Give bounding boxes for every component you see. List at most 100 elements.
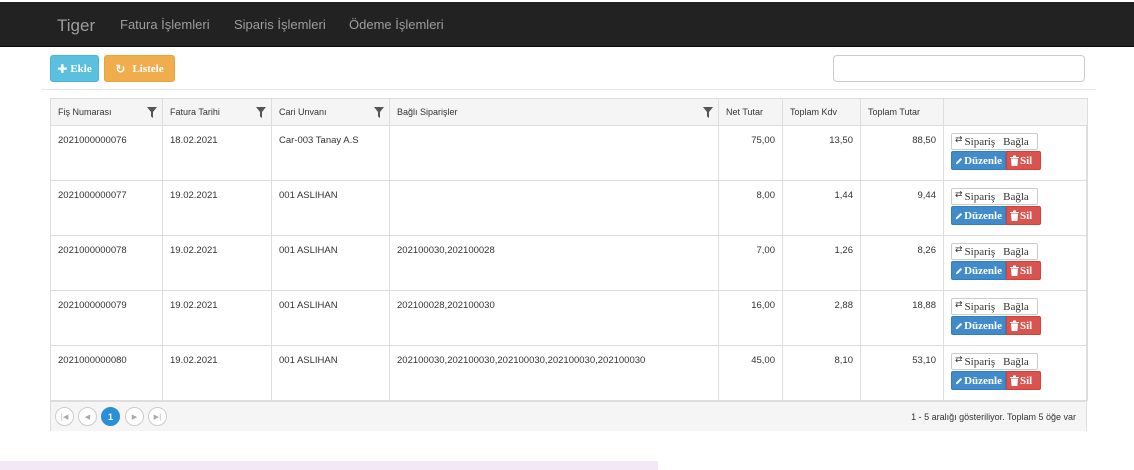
prev-page-icon: ◀ (84, 412, 91, 421)
pager-info: 1 - 5 aralığı gösteriliyor. Toplam 5 öğe… (911, 412, 1076, 422)
last-page-icon: ▶| (153, 412, 162, 421)
filter-icon[interactable] (147, 107, 157, 118)
cell-toplam-tutar: 88,50 (860, 125, 944, 181)
column-header-net-tutar[interactable]: Net Tutar (718, 98, 783, 126)
delete-button-label: Sil (1020, 264, 1033, 277)
first-page-button[interactable]: |◀ (55, 407, 74, 426)
brand-logo[interactable]: Tiger (57, 16, 95, 36)
pager: |◀ ◀ 1 ▶ ▶| 1 - 5 aralığı gösteriliyor. … (51, 401, 1086, 431)
search-input[interactable] (833, 55, 1085, 82)
cell-toplam-kdv: 13,50 (782, 125, 861, 181)
trash-icon (1010, 210, 1019, 221)
siparis-bagla-button[interactable]: ⇄ Sipariş Bağla (951, 353, 1038, 370)
edit-button-label: Düzenle (964, 154, 1002, 167)
delete-button[interactable]: Sil (1006, 261, 1041, 280)
nav-item-odeme-islemleri[interactable]: Ödeme İşlemleri (349, 17, 444, 32)
first-page-icon: |◀ (60, 412, 69, 421)
siparis-bagla-label-2: Bağla (1003, 135, 1029, 148)
filter-icon[interactable] (703, 107, 713, 118)
column-header-cari-unvani[interactable]: Cari Unvanı (271, 98, 390, 126)
cell-fatura-tarihi: 18.02.2021 (162, 125, 272, 181)
nav-item-siparis-islemleri[interactable]: Siparis İşlemleri (234, 17, 326, 32)
plus-icon: ✚ (57, 61, 68, 76)
delete-button[interactable]: Sil (1006, 371, 1041, 390)
delete-button[interactable]: Sil (1006, 206, 1041, 225)
edit-button[interactable]: Düzenle (951, 206, 1006, 225)
edit-button[interactable]: Düzenle (951, 316, 1006, 335)
cell-net-tutar: 75,00 (718, 125, 783, 181)
cell-net-tutar: 8,00 (718, 180, 783, 236)
table-row[interactable]: 2021000000078 19.02.2021 001 ASLIHAN 202100… (50, 235, 1088, 291)
cell-actions: ⇄ Sipariş Bağla Düzenle Sil (943, 345, 1088, 401)
column-header-actions[interactable] (943, 98, 1088, 126)
next-page-button[interactable]: ▶ (125, 407, 144, 426)
pencil-icon (955, 322, 963, 329)
siparis-bagla-label-2: Bağla (1003, 245, 1029, 258)
filter-icon[interactable] (374, 107, 384, 118)
edit-button[interactable]: Düzenle (951, 151, 1006, 170)
last-page-button[interactable]: ▶| (148, 407, 167, 426)
siparis-bagla-label-1: Sipariş (964, 190, 996, 203)
siparis-bagla-label-2: Bağla (1003, 190, 1029, 203)
column-header-label: Fiş Numarası (58, 107, 112, 117)
column-header-label: Net Tutar (726, 107, 764, 117)
delete-button[interactable]: Sil (1006, 316, 1041, 335)
siparis-bagla-label-2: Bağla (1003, 300, 1029, 313)
cell-cari-unvani: 001 ASLIHAN (271, 180, 390, 236)
column-header-toplam-tutar[interactable]: Toplam Tutar (860, 98, 944, 126)
edit-button[interactable]: Düzenle (951, 371, 1006, 390)
cell-bagli-siparisler (389, 180, 719, 236)
cell-bagli-siparisler: 202100028,202100030 (389, 290, 719, 346)
edit-button-label: Düzenle (964, 374, 1002, 387)
column-header-fis-numarasi[interactable]: Fiş Numarası (50, 98, 163, 126)
siparis-bagla-button[interactable]: ⇄ Sipariş Bağla (951, 298, 1038, 315)
siparis-bagla-label-1: Sipariş (964, 245, 996, 258)
cell-actions: ⇄ Sipariş Bağla Düzenle Sil (943, 290, 1088, 346)
column-header-label: Fatura Tarihi (170, 107, 220, 117)
cell-toplam-tutar: 53,10 (860, 345, 944, 401)
column-header-bagli-siparisler[interactable]: Bağlı Siparişler (389, 98, 719, 126)
cell-bagli-siparisler: 202100030,202100028 (389, 235, 719, 291)
cell-toplam-tutar: 18,88 (860, 290, 944, 346)
bottom-bar (0, 461, 658, 470)
delete-button-label: Sil (1020, 209, 1033, 222)
table-row[interactable]: 2021000000080 19.02.2021 001 ASLIHAN 202100… (50, 345, 1088, 401)
cell-fis-numarasi: 2021000000077 (50, 180, 163, 236)
top-navbar: Tiger Fatura İşlemleri Siparis İşlemleri… (0, 2, 1134, 47)
column-header-toplam-kdv[interactable]: Toplam Kdv (782, 98, 861, 126)
cell-bagli-siparisler: 202100030,202100030,202100030,202100030,… (389, 345, 719, 401)
column-header-fatura-tarihi[interactable]: Fatura Tarihi (162, 98, 272, 126)
table-row[interactable]: 2021000000079 19.02.2021 001 ASLIHAN 202100… (50, 290, 1088, 346)
cell-cari-unvani: 001 ASLIHAN (271, 235, 390, 291)
cell-fatura-tarihi: 19.02.2021 (162, 180, 272, 236)
table-row[interactable]: 2021000000076 18.02.2021 Car-003 Tanay A.S… (50, 125, 1088, 181)
siparis-bagla-button[interactable]: ⇄ Sipariş Bağla (951, 243, 1038, 260)
cell-fis-numarasi: 2021000000079 (50, 290, 163, 346)
delete-button[interactable]: Sil (1006, 151, 1041, 170)
cell-toplam-kdv: 8,10 (782, 345, 861, 401)
table-row[interactable]: 2021000000077 19.02.2021 001 ASLIHAN 8,00 1,… (50, 180, 1088, 236)
delete-button-label: Sil (1020, 319, 1033, 332)
column-header-label: Bağlı Siparişler (397, 107, 458, 117)
cell-actions: ⇄ Sipariş Bağla Düzenle Sil (943, 180, 1088, 236)
siparis-bagla-button[interactable]: ⇄ Sipariş Bağla (951, 133, 1038, 150)
prev-page-button[interactable]: ◀ (78, 407, 97, 426)
column-header-label: Toplam Kdv (790, 107, 838, 117)
add-button[interactable]: ✚ Ekle (50, 55, 99, 82)
cell-net-tutar: 7,00 (718, 235, 783, 291)
nav-item-fatura-islemleri[interactable]: Fatura İşlemleri (120, 17, 210, 32)
edit-button-label: Düzenle (964, 209, 1002, 222)
column-header-label: Toplam Tutar (868, 107, 921, 117)
list-button-label: Listele (132, 62, 164, 75)
page-1-button[interactable]: 1 (101, 407, 120, 426)
edit-button[interactable]: Düzenle (951, 261, 1006, 280)
siparis-bagla-button[interactable]: ⇄ Sipariş Bağla (951, 188, 1038, 205)
list-button[interactable]: ↻ Listele (104, 55, 175, 82)
pencil-icon (955, 267, 963, 274)
cell-actions: ⇄ Sipariş Bağla Düzenle Sil (943, 125, 1088, 181)
cell-net-tutar: 16,00 (718, 290, 783, 346)
siparis-bagla-label-2: Bağla (1003, 355, 1029, 368)
cell-fatura-tarihi: 19.02.2021 (162, 290, 272, 346)
cell-toplam-tutar: 8,26 (860, 235, 944, 291)
filter-icon[interactable] (256, 107, 266, 118)
